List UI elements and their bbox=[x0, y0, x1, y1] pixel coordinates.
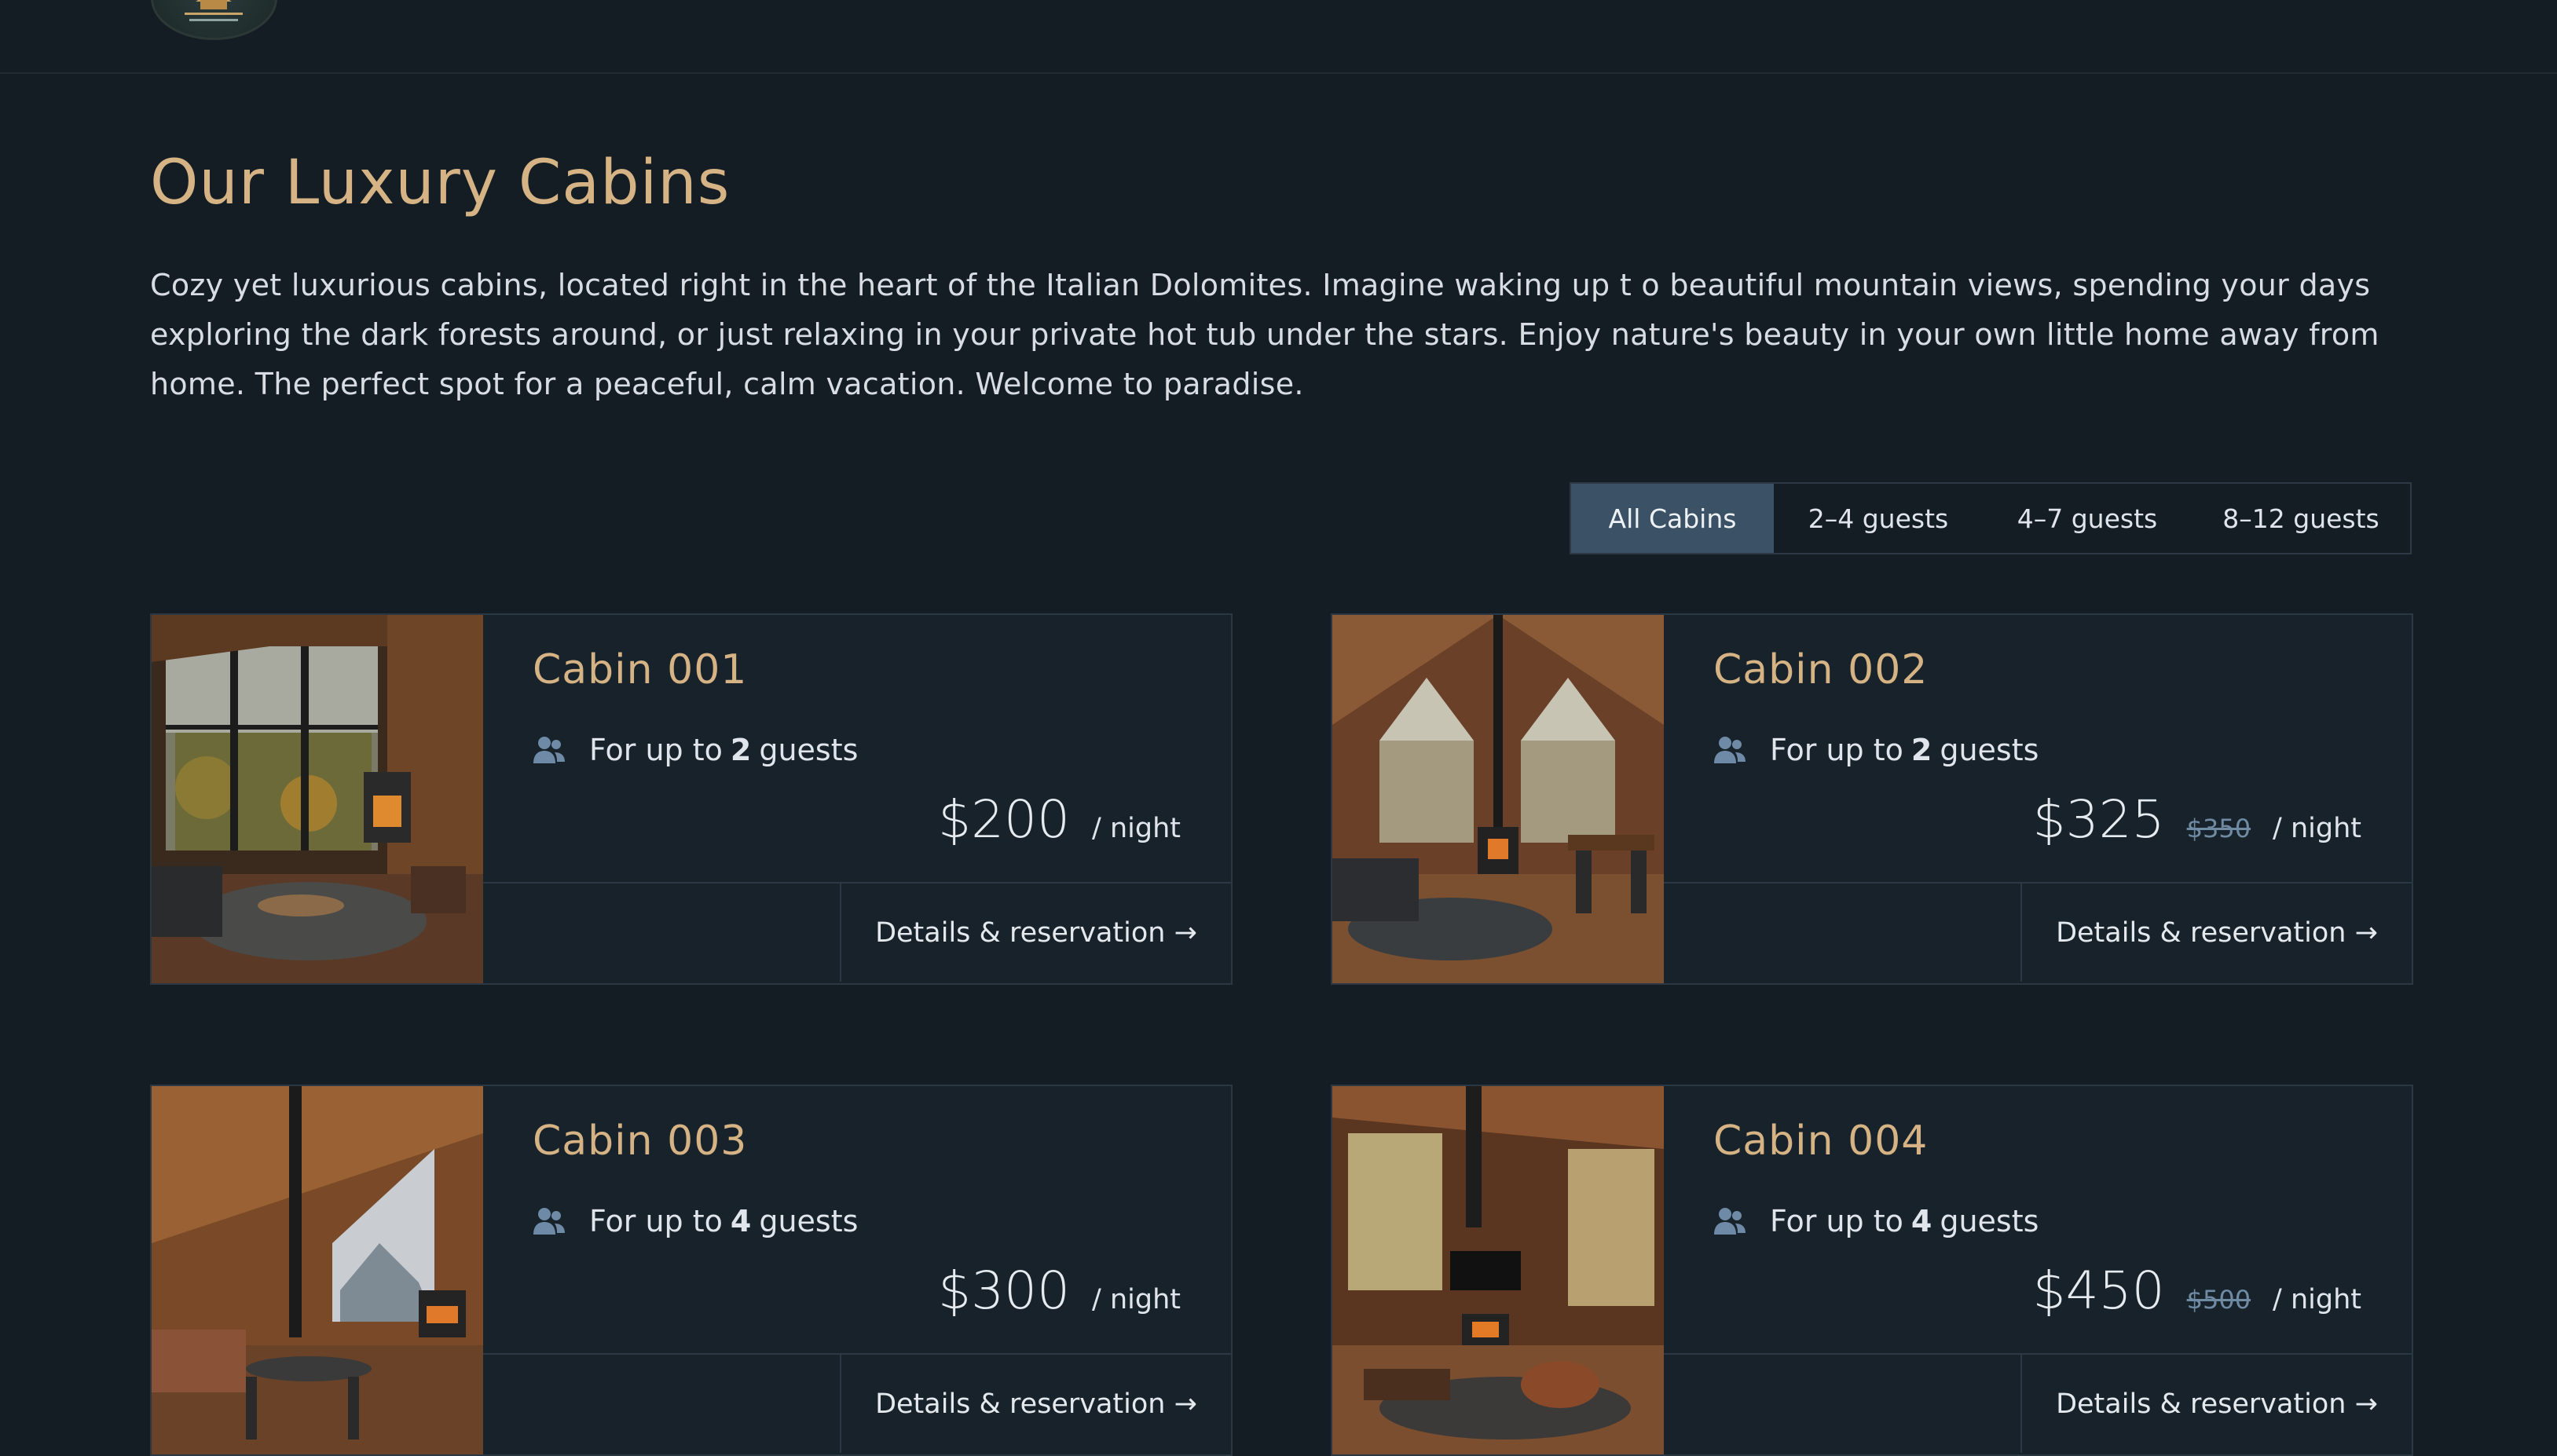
cabin-photo bbox=[1332, 615, 1664, 983]
guest-capacity: For up to 2 guests bbox=[1713, 733, 2039, 767]
per-night-label: / night bbox=[2273, 813, 2361, 844]
cabin-card: Cabin 001 For up to 2 guests $200 / nigh… bbox=[150, 613, 1233, 985]
price: $325 bbox=[2032, 789, 2165, 850]
guest-capacity: For up to 4 guests bbox=[1713, 1204, 2039, 1238]
top-navigation-bar bbox=[0, 0, 2557, 74]
guest-capacity: For up to 4 guests bbox=[533, 1204, 858, 1238]
details-reservation-button[interactable]: Details & reservation → bbox=[2020, 883, 2412, 982]
original-price: $350 bbox=[2186, 814, 2251, 843]
filter-2-4-guests[interactable]: 2–4 guests bbox=[1774, 484, 1983, 553]
guest-filter: All Cabins 2–4 guests 4–7 guests 8–12 gu… bbox=[1570, 482, 2412, 554]
cabin-photo bbox=[1332, 1086, 1664, 1454]
users-icon bbox=[533, 737, 565, 763]
details-reservation-button[interactable]: Details & reservation → bbox=[2020, 1355, 2412, 1453]
original-price: $500 bbox=[2186, 1285, 2251, 1315]
price: $300 bbox=[938, 1260, 1071, 1321]
card-footer: Details & reservation → bbox=[483, 882, 1231, 983]
cabin-card: Cabin 004 For up to 4 guests $450 $500 /… bbox=[1331, 1085, 2413, 1456]
price-row: $450 $500 / night bbox=[2033, 1260, 2361, 1321]
price: $450 bbox=[2032, 1260, 2165, 1321]
per-night-label: / night bbox=[1092, 1284, 1181, 1315]
users-icon bbox=[533, 1208, 565, 1235]
per-night-label: / night bbox=[1092, 813, 1181, 844]
price-row: $300 / night bbox=[938, 1260, 1181, 1321]
price-row: $200 / night bbox=[938, 789, 1181, 850]
intro-paragraph: Cozy yet luxurious cabins, located right… bbox=[150, 268, 2379, 401]
users-icon bbox=[1714, 737, 1746, 763]
price: $200 bbox=[938, 789, 1071, 850]
filter-8-12-guests[interactable]: 8–12 guests bbox=[2192, 484, 2410, 553]
card-footer: Details & reservation → bbox=[1664, 882, 2412, 983]
details-reservation-button[interactable]: Details & reservation → bbox=[840, 883, 1231, 982]
cabin-card: Cabin 003 For up to 4 guests $300 / nigh… bbox=[150, 1085, 1233, 1456]
cabin-name: Cabin 001 bbox=[533, 646, 748, 693]
cabin-photo bbox=[152, 1086, 483, 1454]
page-title: Our Luxury Cabins bbox=[150, 148, 731, 218]
cabin-name: Cabin 003 bbox=[533, 1118, 748, 1165]
cabin-photo bbox=[152, 615, 483, 983]
card-footer: Details & reservation → bbox=[483, 1353, 1231, 1454]
filter-4-7-guests[interactable]: 4–7 guests bbox=[1983, 484, 2192, 553]
guest-capacity: For up to 2 guests bbox=[533, 733, 858, 767]
cabin-card: Cabin 002 For up to 2 guests $325 $350 /… bbox=[1331, 613, 2413, 985]
price-row: $325 $350 / night bbox=[2033, 789, 2361, 850]
users-icon bbox=[1714, 1208, 1746, 1235]
per-night-label: / night bbox=[2273, 1284, 2361, 1315]
filter-all-cabins[interactable]: All Cabins bbox=[1571, 484, 1774, 553]
cabin-name: Cabin 002 bbox=[1713, 646, 1929, 693]
card-footer: Details & reservation → bbox=[1664, 1353, 2412, 1454]
cabin-logo-icon[interactable] bbox=[151, 0, 277, 40]
details-reservation-button[interactable]: Details & reservation → bbox=[840, 1355, 1231, 1453]
cabin-name: Cabin 004 bbox=[1713, 1118, 1929, 1165]
